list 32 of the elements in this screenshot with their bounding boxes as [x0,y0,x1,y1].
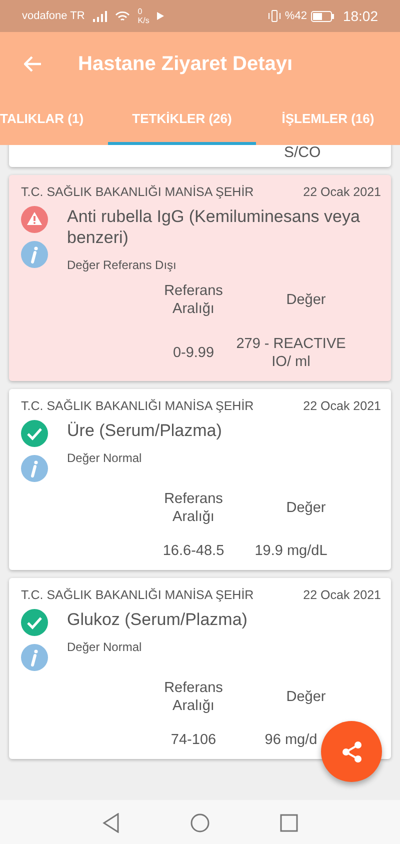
hospital-name: T.C. SAĞLIK BAKANLIĞI MANİSA ŞEHİR [21,586,254,604]
tab[interactable]: TALIKLAR (1) [0,95,108,145]
column-header: Değer [285,291,327,310]
result-date: 22 Ocak 2021 [303,398,381,415]
hospital-name: T.C. SAĞLIK BAKANLIĞI MANİSA ŞEHİR [21,184,254,201]
result-value: 19.9 mg/dL [254,542,328,560]
column-header: Değer [285,498,327,517]
result-value: S/CO [284,145,321,161]
network-speed: 0 K/s [138,7,150,25]
result-status: Değer Referans Dışı [67,257,178,274]
result-status: Değer Normal [67,638,143,656]
result-date: 22 Ocak 2021 [303,184,381,201]
carrier-name: vodafone TR [22,8,85,24]
column-header: Referans Aralığı [163,490,224,526]
result-status: Değer Normal [67,450,143,467]
tab[interactable]: İŞLEMLER (16) [256,95,400,145]
test-name: Üre (Serum/Plazma) [67,420,223,441]
result-value: 96 mg/d [264,730,318,749]
test-name: Glukoz (Serum/Plazma) [67,608,248,630]
hospital-name: T.C. SAĞLIK BAKANLIĞI MANİSA ŞEHİR [21,398,254,415]
reference-range: 74-106 [170,730,218,749]
test-name: Anti rubella IgG (Kemiluminesans veya benzeri) [67,206,361,248]
column-header: Referans Aralığı [163,282,224,318]
result-date: 22 Ocak 2021 [303,586,381,604]
battery-percent: %42 [284,8,307,24]
column-header: Referans Aralığı [163,678,224,715]
clock: 18:02 [342,6,378,26]
reference-range: 16.6-48.5 [162,542,226,560]
result-value: 279 - REACTIVE IO/ ml [236,334,346,371]
screen-title: Hastane Ziyaret Detayı [78,52,293,76]
reference-range: 0-9.99 [172,344,216,362]
column-header: Değer [285,688,327,706]
